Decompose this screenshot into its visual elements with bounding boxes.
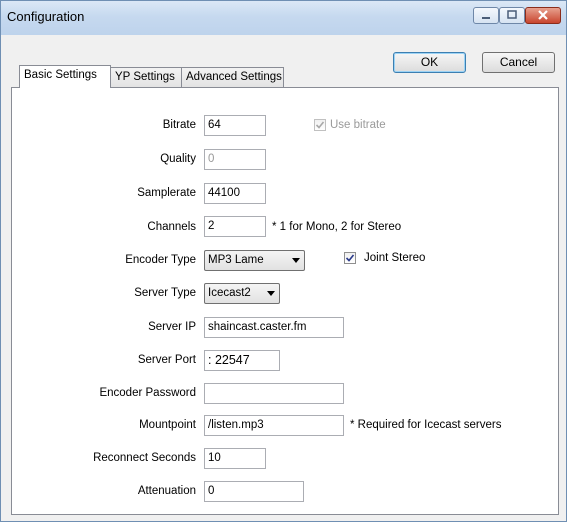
- maximize-button[interactable]: [499, 7, 525, 24]
- configuration-window: Configuration OK Cancel Basic Settings Y…: [0, 0, 567, 522]
- joint-stereo-checkbox[interactable]: [344, 252, 356, 264]
- server-type-select[interactable]: Icecast2: [204, 283, 280, 304]
- server-type-value: Icecast2: [208, 287, 251, 299]
- bitrate-label: Bitrate: [162, 119, 196, 131]
- attenuation-input[interactable]: 0: [204, 481, 304, 502]
- tab-basic-settings[interactable]: Basic Settings: [19, 65, 111, 88]
- checkmark-icon: [345, 254, 355, 262]
- close-icon: [538, 10, 548, 20]
- title-bar[interactable]: Configuration: [1, 1, 566, 35]
- samplerate-input[interactable]: 44100: [204, 183, 266, 204]
- dialog-client: OK Cancel Basic Settings YP Settings Adv…: [3, 35, 564, 519]
- encoder-type-label: Encoder Type: [125, 254, 196, 266]
- tab-yp-settings[interactable]: YP Settings: [110, 67, 182, 87]
- channels-hint: * 1 for Mono, 2 for Stereo: [272, 221, 402, 233]
- quality-input[interactable]: 0: [204, 149, 266, 170]
- minimize-button[interactable]: [473, 7, 499, 24]
- mountpoint-label: Mountpoint: [139, 419, 196, 431]
- server-type-label: Server Type: [134, 287, 196, 299]
- encoder-password-input[interactable]: [204, 383, 344, 404]
- server-port-input[interactable]: : 22547: [204, 350, 280, 371]
- chevron-down-icon: [292, 258, 300, 263]
- maximize-icon: [507, 10, 517, 19]
- tab-advanced-settings[interactable]: Advanced Settings: [181, 67, 284, 87]
- server-port-label: Server Port: [137, 354, 196, 366]
- basic-settings-panel: Bitrate 64 Use bitrate Quality 0 Sampler…: [11, 87, 559, 515]
- channels-label: Channels: [147, 221, 196, 233]
- quality-label: Quality: [160, 153, 196, 165]
- reconnect-seconds-input[interactable]: 10: [204, 448, 266, 469]
- encoder-password-label: Encoder Password: [99, 387, 196, 399]
- joint-stereo-label: Joint Stereo: [364, 252, 426, 264]
- window-title: Configuration: [7, 9, 85, 24]
- checkmark-icon: [315, 121, 325, 129]
- use-bitrate-checkbox[interactable]: [314, 119, 326, 131]
- cancel-button[interactable]: Cancel: [482, 52, 555, 73]
- reconnect-seconds-label: Reconnect Seconds: [93, 452, 196, 464]
- encoder-type-select[interactable]: MP3 Lame: [204, 250, 305, 271]
- close-button[interactable]: [525, 7, 561, 24]
- mountpoint-input[interactable]: /listen.mp3: [204, 415, 344, 436]
- attenuation-label: Attenuation: [137, 485, 196, 497]
- chevron-down-icon: [267, 291, 275, 296]
- mountpoint-hint: * Required for Icecast servers: [350, 419, 502, 431]
- server-ip-input[interactable]: shaincast.caster.fm: [204, 317, 344, 338]
- minimize-icon: [482, 17, 490, 19]
- use-bitrate-label: Use bitrate: [330, 119, 386, 131]
- ok-button[interactable]: OK: [393, 52, 466, 73]
- bitrate-input[interactable]: 64: [204, 115, 266, 136]
- server-ip-label: Server IP: [148, 321, 196, 333]
- samplerate-label: Samplerate: [137, 187, 196, 199]
- channels-input[interactable]: 2: [204, 216, 266, 237]
- encoder-type-value: MP3 Lame: [208, 254, 264, 266]
